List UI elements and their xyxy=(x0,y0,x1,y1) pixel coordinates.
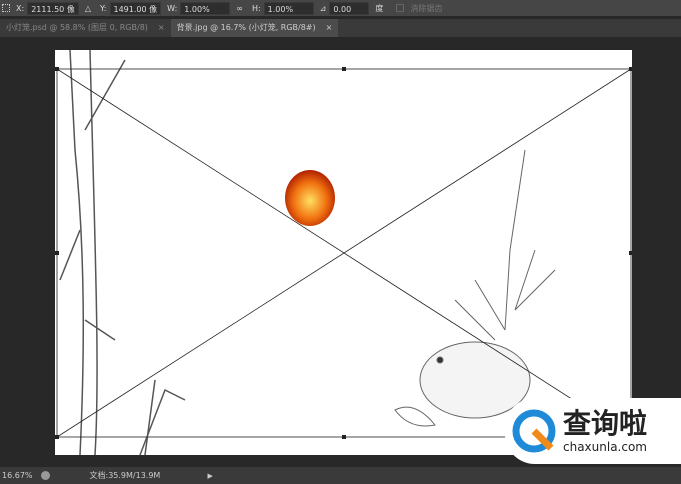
expand-arrow-icon[interactable]: ▶ xyxy=(208,472,213,480)
angle-unit: 度 xyxy=(375,3,384,13)
close-icon[interactable]: × xyxy=(158,19,165,37)
tab-label: 小灯笼.psd @ 58.8% (图层 0, RGB/8) xyxy=(6,23,148,32)
y-input[interactable]: 1491.00 像 xyxy=(109,1,162,15)
transform-bounding-box[interactable] xyxy=(56,68,632,438)
options-bar: X: 2111.50 像 △ Y: 1491.00 像 W: 1.00% ∞ H… xyxy=(0,0,681,16)
antialias-label: 消除锯齿 xyxy=(410,3,443,13)
info-icon[interactable] xyxy=(40,471,50,480)
reference-point-icon[interactable] xyxy=(2,4,10,12)
width-input[interactable]: 1.00% xyxy=(180,1,231,15)
doc-size: 文档:35.9M/13.9M xyxy=(89,471,161,480)
relative-position-icon[interactable]: △ xyxy=(85,4,91,13)
w-label: W: xyxy=(167,3,178,13)
x-label: X: xyxy=(16,3,25,13)
document-tabs: 小灯笼.psd @ 58.8% (图层 0, RGB/8) × 背景.jpg @ … xyxy=(0,19,681,37)
angle-input[interactable]: 0.00 xyxy=(329,1,370,15)
angle-icon: ⊿ xyxy=(319,3,327,13)
h-label: H: xyxy=(251,3,261,13)
watermark-name: 查询啦 xyxy=(563,407,648,440)
tab-label: 背景.jpg @ 16.7% (小灯笼, RGB/8#) xyxy=(176,23,316,32)
height-input[interactable]: 1.00% xyxy=(263,1,314,15)
watermark-logo: 查询啦 chaxunla.com xyxy=(505,398,681,464)
document-canvas[interactable] xyxy=(55,50,632,455)
magnifier-logo-icon xyxy=(512,409,556,453)
tab-lantern-psd[interactable]: 小灯笼.psd @ 58.8% (图层 0, RGB/8) × xyxy=(0,19,171,37)
sky-lantern xyxy=(285,170,335,226)
tab-background-jpg[interactable]: 背景.jpg @ 16.7% (小灯笼, RGB/8#) × xyxy=(170,19,339,37)
link-icon[interactable]: ∞ xyxy=(236,4,243,13)
zoom-level[interactable]: 16.67% xyxy=(2,471,33,480)
x-input[interactable]: 2111.50 像 xyxy=(27,1,79,15)
status-bar: 16.67% 文档:35.9M/13.9M ▶ xyxy=(0,467,681,484)
artwork xyxy=(55,50,632,455)
y-label: Y: xyxy=(99,3,107,13)
antialias-checkbox[interactable] xyxy=(396,4,405,12)
bird-and-leaves-illustration xyxy=(394,149,556,427)
close-icon[interactable]: × xyxy=(326,19,333,37)
watermark-url: chaxunla.com xyxy=(563,440,647,454)
